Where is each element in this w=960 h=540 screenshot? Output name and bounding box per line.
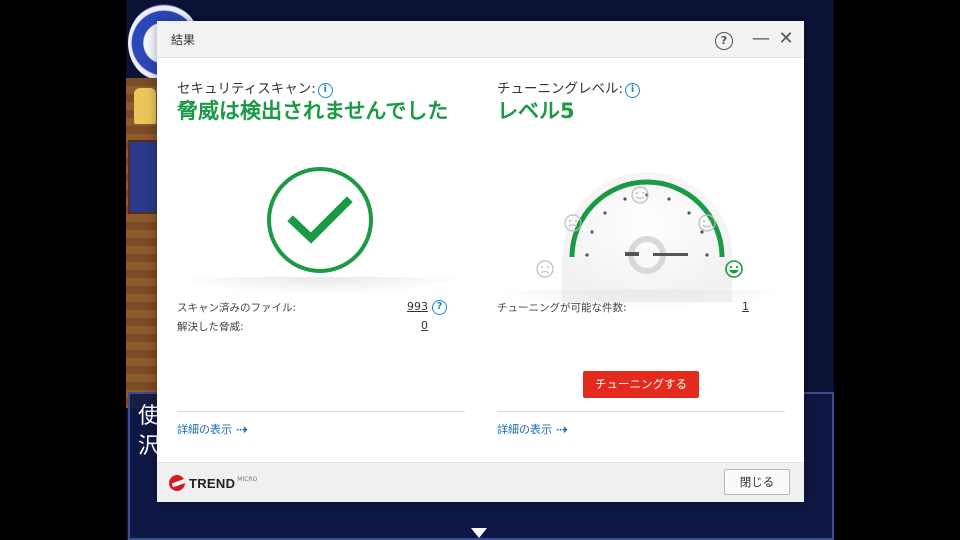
arrow-right-icon: ⇢: [236, 422, 248, 438]
resolved-threats-value[interactable]: 0: [421, 319, 428, 332]
tuning-label-text: チューニングレベル:: [497, 81, 624, 97]
trend-micro-logo: TREND MICRO: [169, 475, 257, 491]
tuning-level-text: レベル5: [497, 99, 575, 123]
results-window: 結果 ? — ✕ セキュリティスキャン: i 脅威は検出されませんでした スキャン…: [157, 21, 804, 502]
scan-result-text: 脅威は検出されませんでした: [177, 99, 449, 123]
close-button[interactable]: 閉じる: [724, 469, 790, 495]
security-scan-label: セキュリティスキャン: i: [177, 77, 333, 98]
tuning-details-link-text: 詳細の表示: [497, 423, 552, 436]
check-shadow: [177, 277, 467, 295]
security-details-link[interactable]: 詳細の表示 ⇢: [177, 421, 248, 438]
tuning-details-link[interactable]: 詳細の表示 ⇢: [497, 421, 568, 438]
resolved-threats-label: 解決した脅威:: [177, 321, 244, 333]
help-button[interactable]: ?: [713, 28, 735, 50]
title-bar: 結果 ? — ✕: [157, 21, 804, 58]
security-details-link-text: 詳細の表示: [177, 423, 232, 436]
run-tuning-button[interactable]: チューニングする: [583, 371, 699, 398]
help-circle-icon: ?: [715, 32, 733, 50]
brand-name: TREND: [189, 475, 236, 491]
tuning-info-icon[interactable]: i: [625, 83, 641, 98]
security-info-icon[interactable]: i: [317, 83, 333, 98]
scanned-files-help-icon[interactable]: ?: [432, 300, 447, 315]
left-divider: [177, 411, 465, 412]
tuning-label: チューニングレベル: i: [497, 77, 641, 98]
scanned-files-value[interactable]: 993: [407, 300, 428, 313]
arrow-right-icon: ⇢: [556, 422, 568, 438]
dialog-advance-arrow-icon: [471, 528, 487, 538]
check-circle-icon: [267, 167, 373, 273]
game-lamp: [134, 88, 156, 124]
minimize-button[interactable]: —: [750, 28, 772, 50]
close-window-button[interactable]: ✕: [775, 28, 797, 50]
window-footer: TREND MICRO 閉じる: [157, 462, 804, 502]
brand-sub: MICRO: [237, 476, 258, 483]
tunable-items-label: チューニングが可能な件数:: [497, 302, 627, 314]
trend-micro-logo-icon: [169, 475, 185, 491]
scanned-files-label: スキャン済みのファイル:: [177, 302, 297, 314]
window-title: 結果: [171, 33, 196, 47]
right-divider: [497, 411, 785, 412]
security-scan-label-text: セキュリティスキャン:: [177, 81, 316, 97]
tuning-face-icons: [536, 186, 743, 278]
tunable-items-value[interactable]: 1: [742, 300, 749, 313]
